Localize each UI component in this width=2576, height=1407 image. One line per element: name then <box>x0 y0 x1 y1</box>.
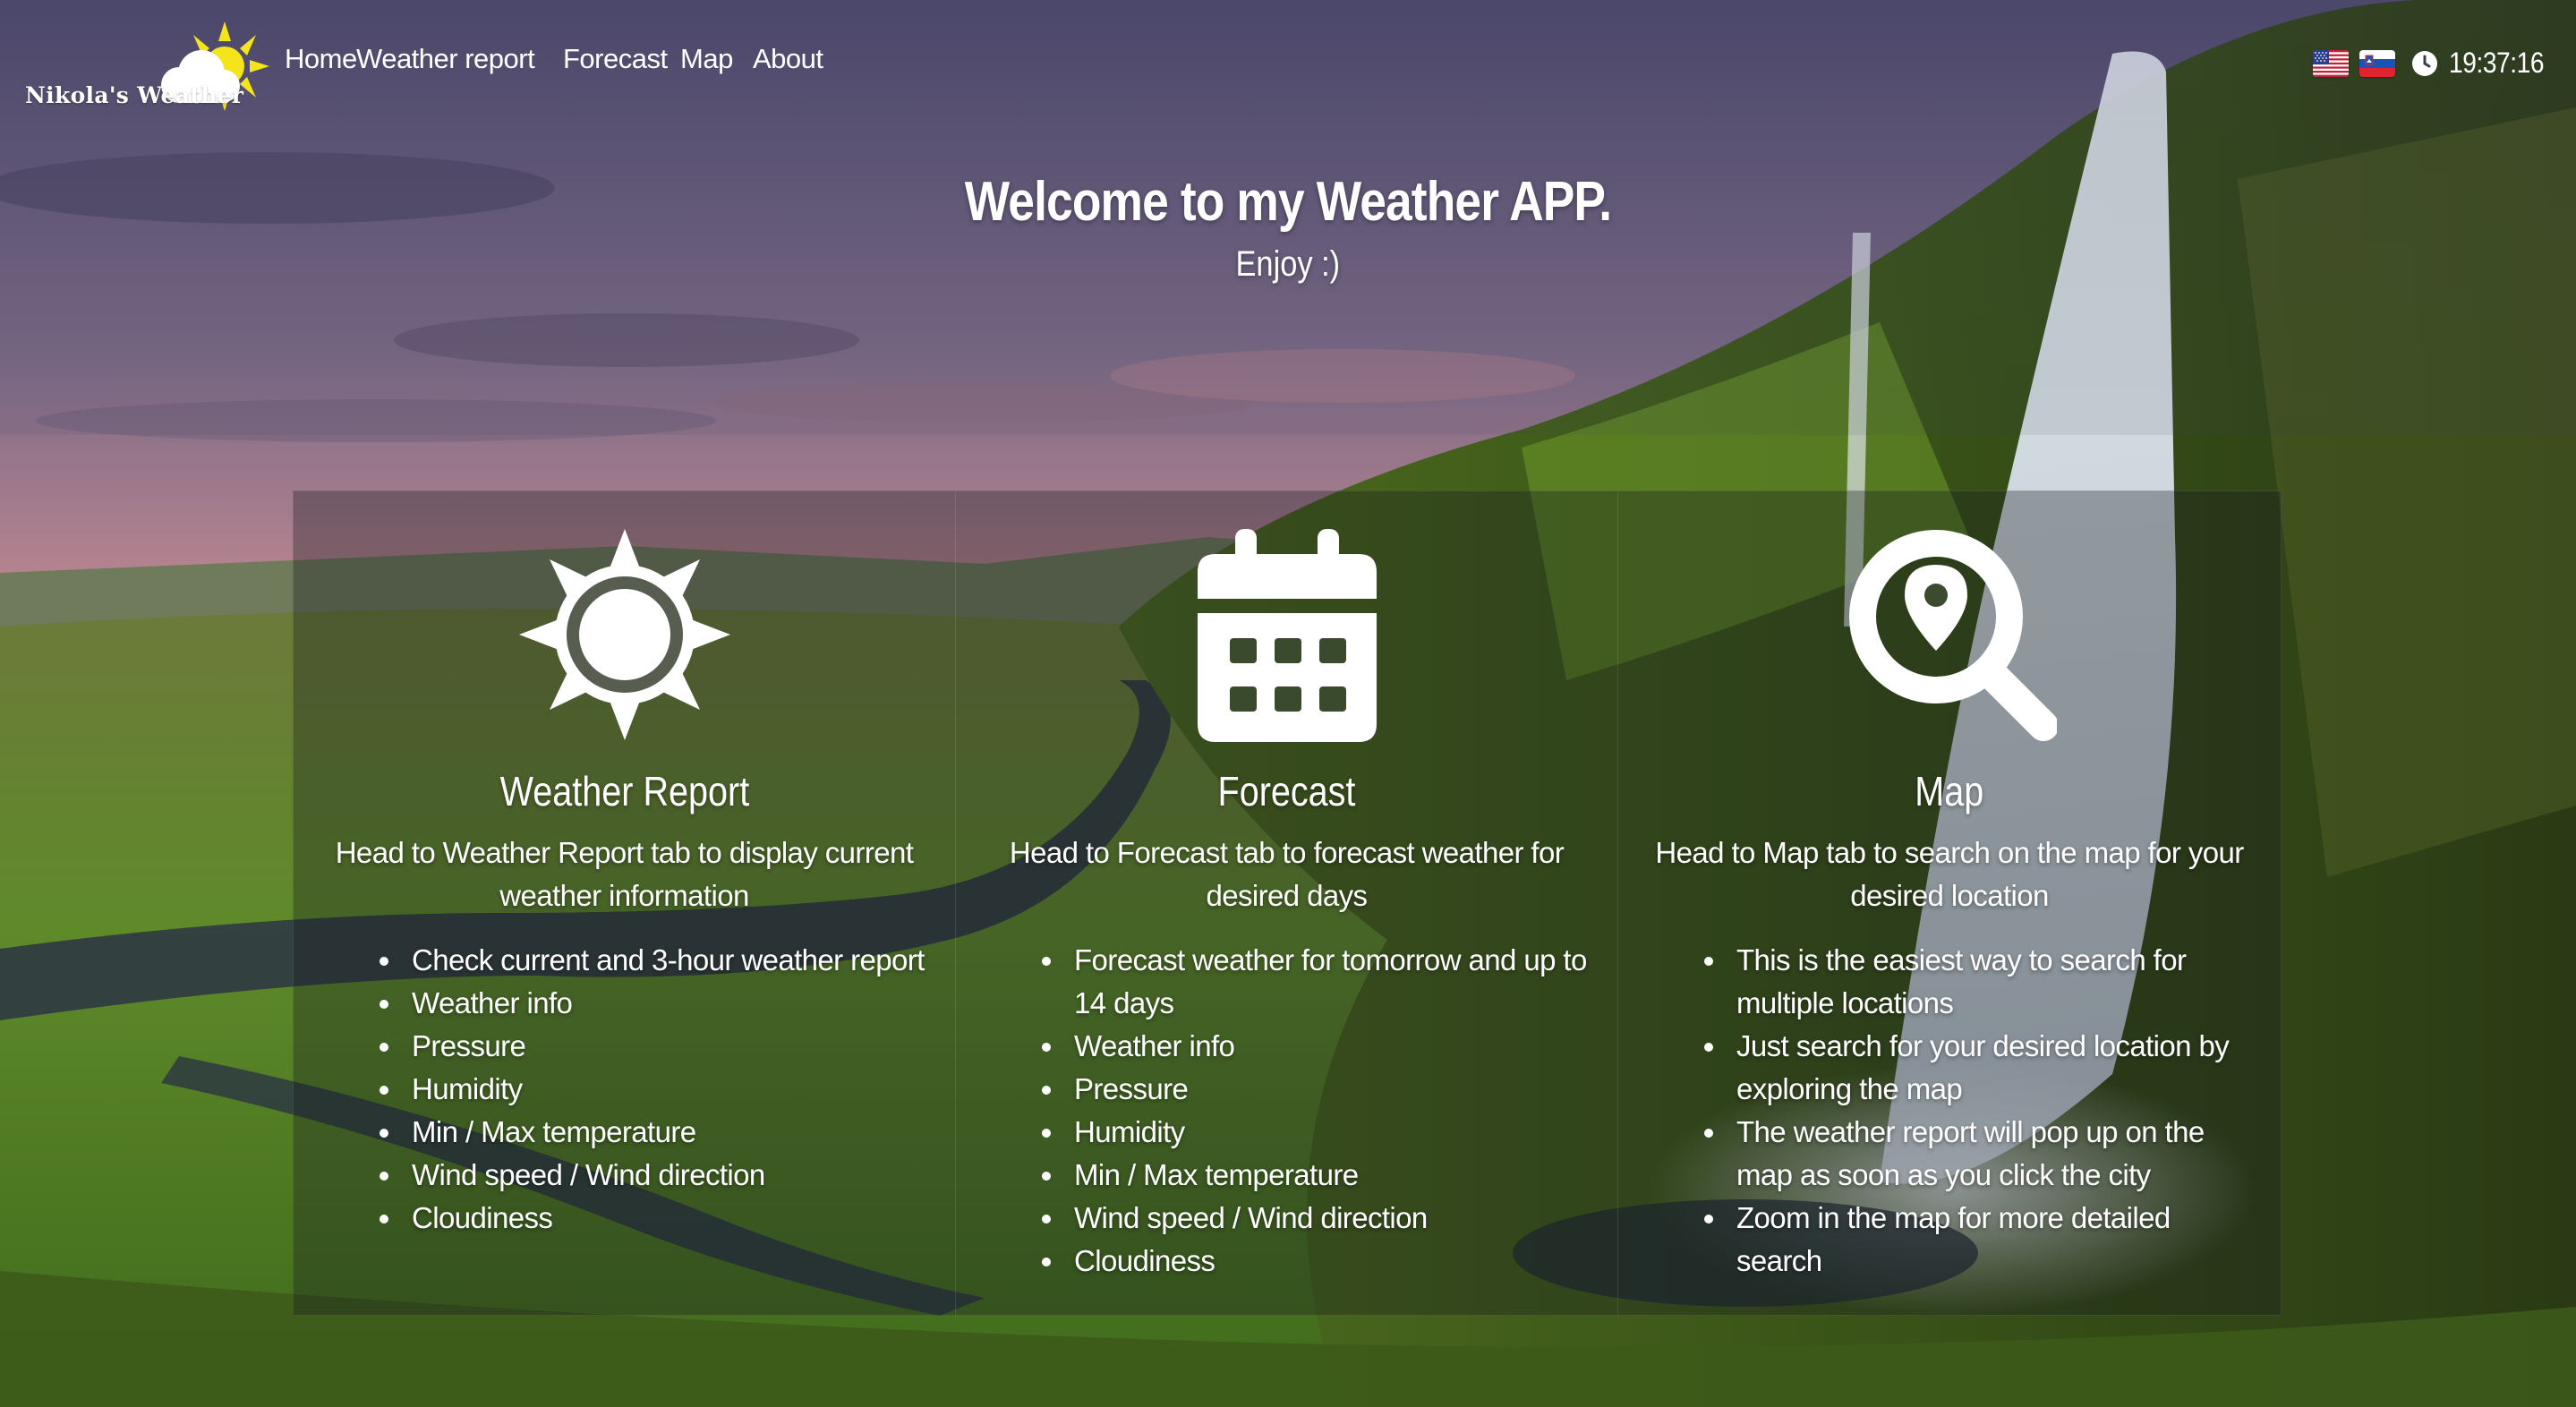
feature-list: This is the easiest way to search for mu… <box>1704 939 2254 1283</box>
list-item: Cloudiness <box>380 1197 928 1240</box>
list-item: Humidity <box>380 1068 928 1111</box>
list-item: Weather info <box>380 982 928 1025</box>
slovenia-flag-icon[interactable] <box>2359 49 2395 77</box>
list-item: Just search for your desired location by… <box>1704 1025 2254 1111</box>
feature-title: Map <box>1618 767 2281 815</box>
nav-forecast-label: Forecast <box>563 43 668 74</box>
list-item: Pressure <box>380 1025 928 1068</box>
feature-forecast: Forecast Head to Forecast tab to forecas… <box>956 491 1618 1315</box>
list-item: This is the easiest way to search for mu… <box>1704 939 2254 1025</box>
feature-description: Head to Forecast tab to forecast weather… <box>1009 836 1565 912</box>
feature-description: Head to Weather Report tab to display cu… <box>335 836 914 912</box>
navbar: Nikola's Weather Home Weather report For… <box>0 0 2576 125</box>
feature-map: Map Head to Map tab to search on the map… <box>1618 491 2281 1315</box>
list-item: Forecast weather for tomorrow and up to … <box>1042 939 1591 1025</box>
nav-weather-report-link[interactable]: Weather report <box>356 43 563 75</box>
list-item: Zoom in the map for more detailed search <box>1704 1197 2254 1283</box>
list-item: Wind speed / Wind direction <box>380 1154 928 1197</box>
list-item: Weather info <box>1042 1025 1591 1068</box>
nav-about-link[interactable]: About <box>753 43 833 75</box>
list-item: Wind speed / Wind direction <box>1042 1197 1591 1240</box>
feature-list: Forecast weather for tomorrow and up to … <box>1042 939 1591 1283</box>
features-panel: Weather Report Head to Weather Report ta… <box>293 490 2282 1316</box>
feature-title: Forecast <box>956 767 1617 815</box>
sun-icon <box>518 529 730 740</box>
list-item: The weather report will pop up on the ma… <box>1704 1111 2254 1197</box>
page-subtitle: Enjoy :) <box>0 244 2576 285</box>
feature-title-text: Forecast <box>1217 768 1356 814</box>
list-item: Pressure <box>1042 1068 1591 1111</box>
nav-weather-report-label: Weather report <box>356 43 535 74</box>
page-subtitle-text: Enjoy :) <box>1235 244 1341 284</box>
brand-name: Nikola's Weather <box>25 82 244 108</box>
list-item: Humidity <box>1042 1111 1591 1154</box>
nav-home-link[interactable]: Home <box>285 43 357 75</box>
list-item: Cloudiness <box>1042 1240 1591 1283</box>
page-title: Welcome to my Weather APP. <box>964 171 1612 233</box>
feature-description: Head to Map tab to search on the map for… <box>1655 836 2244 912</box>
feature-title-text: Weather Report <box>499 768 749 814</box>
nav-about-label: About <box>753 43 823 74</box>
hero: Welcome to my Weather APP. Enjoy :) <box>0 170 2576 285</box>
clock-time: 19:37:16 <box>2449 47 2545 79</box>
feature-title: Weather Report <box>294 767 955 815</box>
nav-forecast-link[interactable]: Forecast <box>563 43 680 75</box>
feature-title-text: Map <box>1915 768 1984 814</box>
nav-home-label: Home <box>285 43 357 74</box>
nav-map-link[interactable]: Map <box>680 43 753 75</box>
brand-logo-link[interactable]: Nikola's Weather <box>25 21 269 111</box>
us-flag-icon[interactable] <box>2313 49 2349 77</box>
nav-map-label: Map <box>680 43 733 74</box>
nav-right: 19:37:16 <box>2313 47 2549 80</box>
feature-weather-report: Weather Report Head to Weather Report ta… <box>294 491 956 1315</box>
nav-menu: Home Weather report Forecast Map About <box>285 43 833 75</box>
clock-icon <box>2412 50 2437 76</box>
list-item: Check current and 3-hour weather report <box>380 939 928 982</box>
feature-list: Check current and 3-hour weather report … <box>380 939 928 1240</box>
calendar-icon <box>1197 529 1377 742</box>
list-item: Min / Max temperature <box>380 1111 928 1154</box>
search-location-icon <box>1849 530 2057 741</box>
list-item: Min / Max temperature <box>1042 1154 1591 1197</box>
